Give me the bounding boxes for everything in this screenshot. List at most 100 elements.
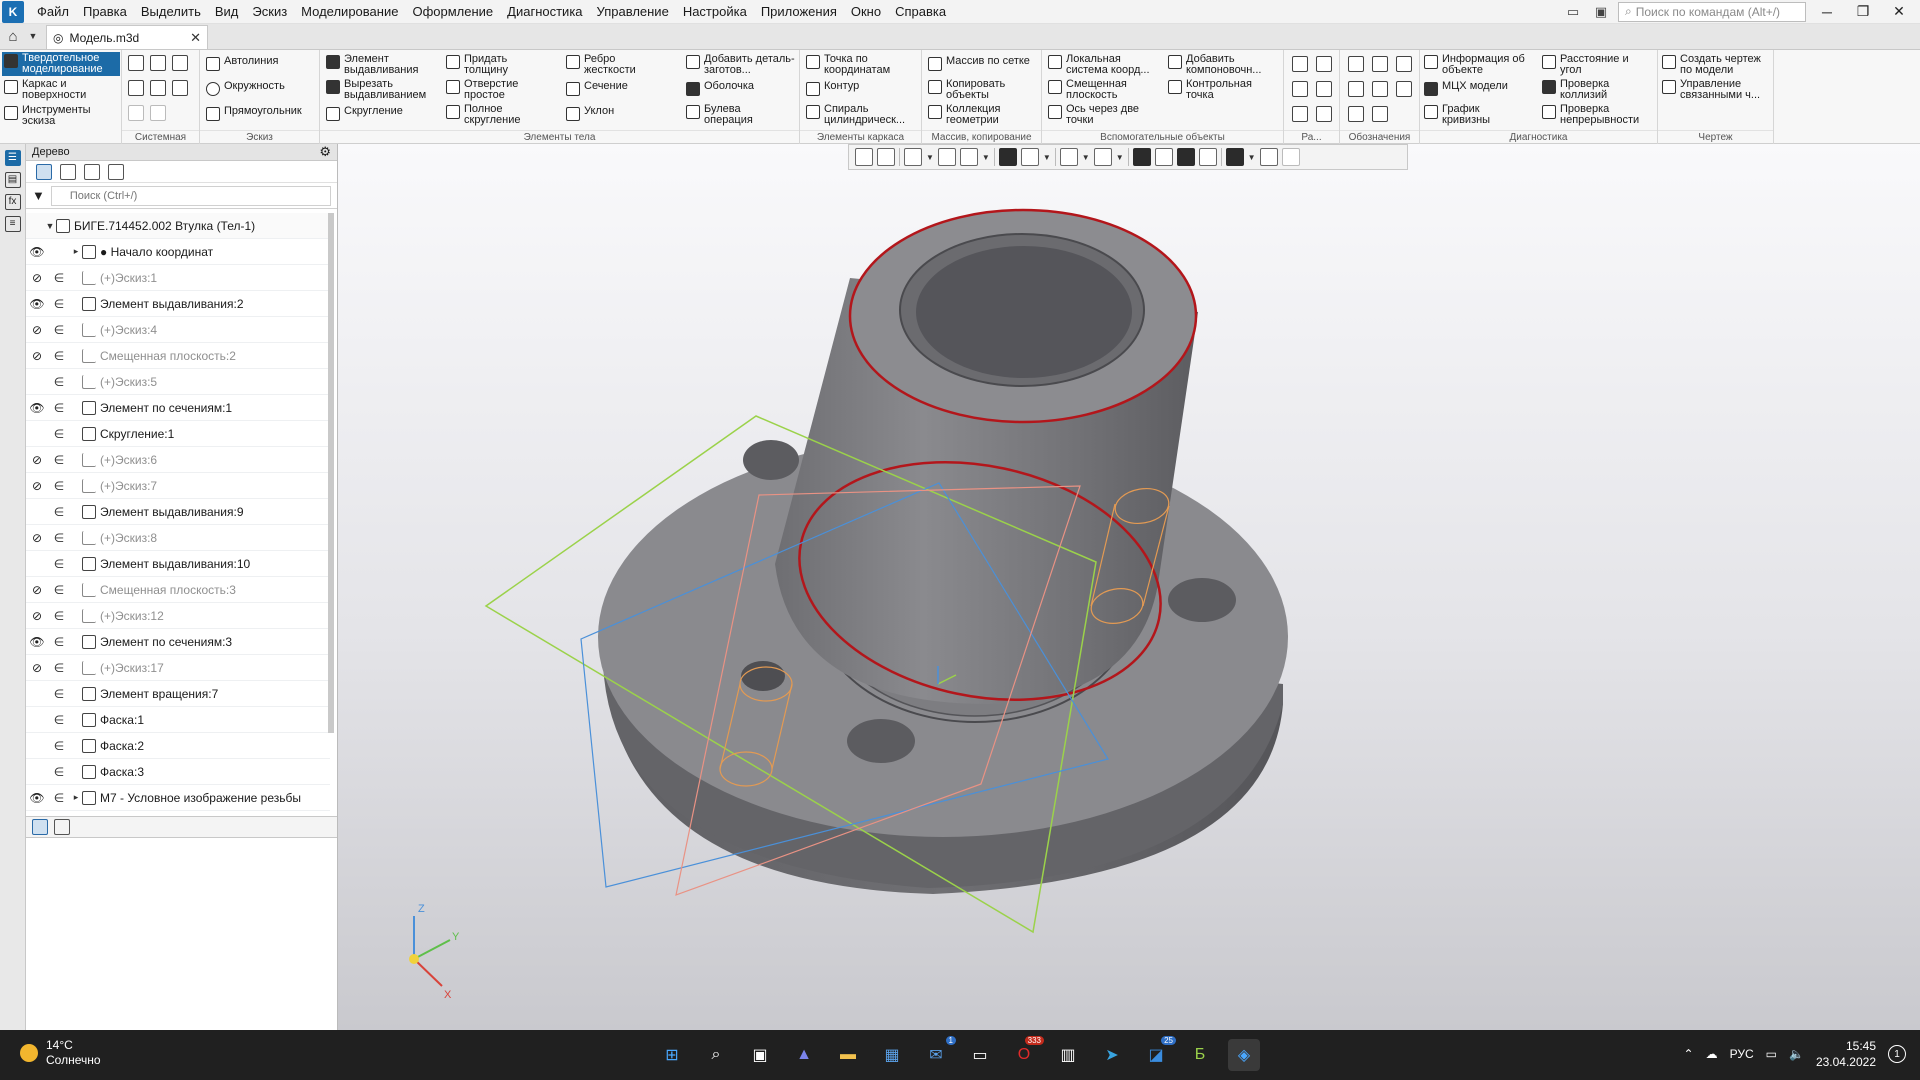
include-icon[interactable]: ∈ xyxy=(48,297,70,311)
save-as-icon[interactable] xyxy=(172,80,188,96)
expand-icon[interactable]: ▸ xyxy=(70,792,82,803)
menu-modeling[interactable]: Моделирование xyxy=(294,0,405,24)
include-icon[interactable]: ∈ xyxy=(48,271,70,285)
menu-window[interactable]: Окно xyxy=(844,0,888,24)
visibility-icon[interactable]: ⊘ xyxy=(26,453,48,467)
chain-dim-icon[interactable] xyxy=(1316,106,1332,122)
tree-item[interactable]: ∈ Фаска:2 xyxy=(26,733,330,759)
visibility-icon[interactable]: ⊘ xyxy=(26,479,48,493)
spiral-button[interactable]: Спираль цилиндрическ... xyxy=(806,104,916,126)
tree-grid-icon[interactable] xyxy=(108,163,124,180)
chat-icon[interactable]: ◪ 25 xyxy=(1140,1036,1176,1071)
tree-item[interactable]: 👁 ▸ ● Начало координат xyxy=(26,239,330,265)
include-icon[interactable]: ∈ xyxy=(48,661,70,675)
object-info-button[interactable]: Информация об объекте xyxy=(1424,54,1536,76)
tab-model-m3d[interactable]: ◎ Модель.m3d ✕ xyxy=(46,25,208,49)
tree-item[interactable]: ⊘ ∈ (+)Эскиз:12 xyxy=(26,603,330,629)
notification-icon[interactable]: 1 xyxy=(1888,1045,1906,1063)
create-drawing-button[interactable]: Создать чертеж по модели xyxy=(1662,54,1772,76)
tree-item[interactable]: ⊘ ∈ (+)Эскиз:1 xyxy=(26,265,330,291)
chevron-up-icon[interactable]: ⌃ xyxy=(1684,1047,1694,1061)
include-icon[interactable]: ∈ xyxy=(48,791,70,805)
rectangle-button[interactable]: Прямоугольник xyxy=(206,106,302,121)
control-point-button[interactable]: Контрольная точка xyxy=(1168,79,1268,101)
axis-two-points-button[interactable]: Ось через две точки xyxy=(1048,104,1148,126)
section-button[interactable]: Сечение xyxy=(566,81,628,96)
screen-icon[interactable]: ▣ xyxy=(1590,3,1612,21)
tree-item[interactable]: ⊘ ∈ (+)Эскиз:4 xyxy=(26,317,330,343)
command-search-input[interactable]: ⌕ Поиск по командам (Alt+/) xyxy=(1618,1,1806,22)
linked-drawings-button[interactable]: Управление связанными ч... xyxy=(1662,79,1772,101)
telegram-icon[interactable]: ➤ xyxy=(1096,1039,1128,1071)
close-window-button[interactable]: ✕ xyxy=(1884,3,1914,20)
chart-app-icon[interactable]: ▥ xyxy=(1052,1039,1084,1071)
task-view-icon[interactable]: ▣ xyxy=(744,1039,776,1071)
mode-wireframe-surfaces[interactable]: Каркас и поверхности xyxy=(2,78,120,102)
display-icon[interactable]: ▭ xyxy=(1766,1047,1777,1061)
include-icon[interactable]: ∈ xyxy=(48,609,70,623)
save-icon[interactable] xyxy=(172,55,188,71)
tree-panel-icon[interactable]: ☰ xyxy=(4,150,21,166)
include-icon[interactable]: ∈ xyxy=(48,583,70,597)
preview-icon[interactable] xyxy=(150,80,166,96)
include-icon[interactable]: ∈ xyxy=(48,349,70,363)
tree-structure-icon[interactable] xyxy=(36,163,52,180)
tree-item[interactable]: ∈ Элемент выдавливания:9 xyxy=(26,499,330,525)
circle-button[interactable]: Окружность xyxy=(206,81,285,96)
visibility-icon[interactable]: 👁 xyxy=(26,635,48,649)
search-icon[interactable]: ⌕ xyxy=(700,1039,732,1071)
include-icon[interactable]: ∈ xyxy=(48,427,70,441)
weather-widget[interactable]: 14°C Солнечно xyxy=(20,1038,101,1068)
menu-apps[interactable]: Приложения xyxy=(754,0,844,24)
menu-file[interactable]: Файл xyxy=(30,0,76,24)
linear-dim-icon[interactable] xyxy=(1292,106,1308,122)
add-blank-button[interactable]: Добавить деталь-заготов... xyxy=(686,54,796,76)
close-tab-icon[interactable]: ✕ xyxy=(190,30,201,46)
include-icon[interactable]: ∈ xyxy=(48,687,70,701)
tolerance-icon[interactable] xyxy=(1348,81,1364,97)
tree-item[interactable]: ⊘ ∈ (+)Эскиз:7 xyxy=(26,473,330,499)
tree-scrollbar[interactable] xyxy=(328,213,334,733)
opera-icon[interactable]: O 333 xyxy=(1008,1036,1044,1071)
include-icon[interactable]: ∈ xyxy=(48,505,70,519)
roughness-icon[interactable] xyxy=(1372,56,1388,72)
diameter-dim-icon[interactable] xyxy=(1316,81,1332,97)
visibility-icon[interactable]: ⊘ xyxy=(26,271,48,285)
boolean-button[interactable]: Булева операция xyxy=(686,104,776,126)
tree-bodies-icon[interactable] xyxy=(84,163,100,180)
menu-view[interactable]: Вид xyxy=(208,0,246,24)
shell-button[interactable]: Оболочка xyxy=(686,81,754,96)
draft-button[interactable]: Уклон xyxy=(566,106,614,121)
tree-item[interactable]: ⊘ ∈ (+)Эскиз:8 xyxy=(26,525,330,551)
mass-props-button[interactable]: МЦХ модели xyxy=(1424,81,1508,96)
contour-button[interactable]: Контур xyxy=(806,81,859,96)
visibility-icon[interactable]: ⊘ xyxy=(26,609,48,623)
cloud-icon[interactable]: ☁ xyxy=(1706,1047,1718,1061)
cut-extrude-button[interactable]: Вырезать выдавливанием xyxy=(326,79,436,101)
continuity-check-button[interactable]: Проверка непрерывности xyxy=(1542,104,1652,126)
undo-icon[interactable] xyxy=(128,105,144,121)
mail-icon[interactable]: ✉ 1 xyxy=(920,1036,956,1071)
menu-design[interactable]: Оформление xyxy=(405,0,500,24)
include-icon[interactable]: ∈ xyxy=(48,713,70,727)
remote-icon[interactable]: ▭ xyxy=(964,1039,996,1071)
simple-hole-button[interactable]: Отверстие простое xyxy=(446,79,536,101)
tree-item[interactable]: ∈ Фаска:3 xyxy=(26,759,330,785)
menu-edit[interactable]: Правка xyxy=(76,0,134,24)
minimize-button[interactable]: ─ xyxy=(1812,4,1842,20)
volume-icon[interactable]: 🔈 xyxy=(1789,1047,1804,1061)
mode-sketch-tools[interactable]: Инструменты эскиза xyxy=(2,104,120,128)
mode-solid-modeling[interactable]: Твердотельное моделирование xyxy=(2,52,120,76)
variables-icon[interactable]: fx xyxy=(4,194,21,210)
collision-check-button[interactable]: Проверка коллизий xyxy=(1542,79,1642,101)
mark-icon[interactable] xyxy=(1372,81,1388,97)
tree-item[interactable]: ∈ Скругление:1 xyxy=(26,421,330,447)
restore-button[interactable]: ❐ xyxy=(1848,3,1878,20)
menu-settings[interactable]: Настройка xyxy=(676,0,754,24)
add-layout-button[interactable]: Добавить компоновочн... xyxy=(1168,54,1278,76)
open-file-icon[interactable] xyxy=(150,55,166,71)
fillet-button[interactable]: Скругление xyxy=(326,106,403,121)
include-icon[interactable]: ∈ xyxy=(48,375,70,389)
visibility-icon[interactable]: ⊘ xyxy=(26,531,48,545)
position-icon[interactable] xyxy=(1396,81,1412,97)
